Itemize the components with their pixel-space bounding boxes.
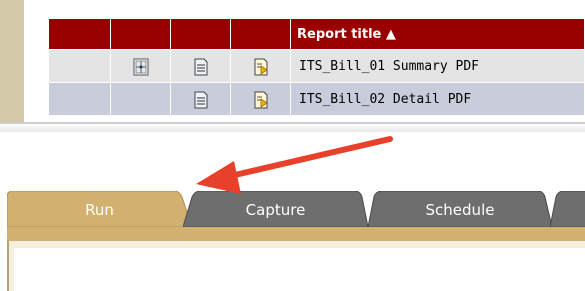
annotation-arrow [196, 136, 393, 194]
arrow-head-icon [196, 161, 241, 194]
arrow-shaft [219, 136, 393, 181]
